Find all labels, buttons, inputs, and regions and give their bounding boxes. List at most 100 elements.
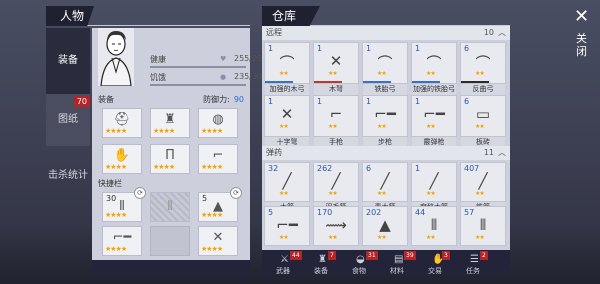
rating-stars: ★★ bbox=[475, 234, 485, 241]
quick-slot-1[interactable]: 30 ⟳ ⫴ ★★★★ bbox=[102, 187, 146, 222]
rating-stars: ★★ bbox=[377, 70, 387, 77]
health-label: 健康 bbox=[150, 55, 166, 64]
category-tab[interactable]: ◒ 31 食物 bbox=[348, 251, 378, 276]
equip-slot-shield[interactable]: ◍ ★★★★ bbox=[198, 108, 238, 138]
ranged-item[interactable]: 1 ⌒ ★★ 加强的铁胎弓 bbox=[411, 42, 457, 95]
ammo-label: 弹药 bbox=[266, 148, 282, 157]
food-icon: ● bbox=[220, 73, 227, 81]
durability-bar bbox=[314, 81, 342, 83]
chevron-up-icon[interactable]: ︿ bbox=[498, 146, 506, 160]
tab-blueprints-label: 图纸 bbox=[58, 114, 78, 125]
rifle-icon: ⌐━ bbox=[112, 230, 132, 245]
rating-stars: ★★ bbox=[279, 190, 289, 197]
armor-icon: ♜ bbox=[164, 112, 176, 127]
rating-stars: ★★ bbox=[475, 123, 485, 130]
category-icon: ⚔ bbox=[280, 254, 289, 265]
tab-blueprints[interactable]: 图纸 70 bbox=[46, 94, 90, 146]
quick-slot-3[interactable]: 5 ⟳ ▲ ★★★★ bbox=[198, 187, 242, 222]
category-icon: ▤ bbox=[394, 254, 404, 265]
tab-kill-stats[interactable]: 击杀统计 bbox=[46, 146, 90, 206]
category-label: 武器 bbox=[276, 267, 290, 275]
durability-bar bbox=[363, 81, 391, 83]
quick-slot-4[interactable]: ⌐━ ★★★★ bbox=[102, 226, 142, 256]
equip-slot-head[interactable]: ⛑ ★★★★ bbox=[102, 108, 142, 138]
quick-slot-2[interactable]: ⫴ bbox=[150, 192, 190, 222]
category-tab[interactable]: ⚔ 44 武器 bbox=[272, 251, 302, 276]
quick-slot-6[interactable]: ✕ ★★★★ bbox=[198, 226, 238, 256]
hunger-label: 饥饿 bbox=[150, 73, 166, 82]
equipment-label: 装备 bbox=[98, 95, 114, 104]
rating-stars: ★★★★ bbox=[201, 245, 223, 253]
character-panel: 人物 装备 图纸 70 击杀统计 健康 ♥ 255/255 饥饿 ● 235/3… bbox=[46, 6, 267, 276]
warehouse-title: 仓库 bbox=[262, 6, 321, 26]
ammo-item[interactable]: 6╱★★毒木箭 bbox=[362, 162, 408, 213]
ammo-item[interactable]: 202 ▲ ★★ bbox=[362, 206, 408, 246]
category-tab[interactable]: ▤ 39 材料 bbox=[386, 251, 416, 276]
ranged-grid: 1 ⌒ ★★ 加强的木弓 1 ✕ ★★ 木弩 1 ⌒ ★★ 铁胎弓 1 ⌒ ★★ 加强的铁胎弓 6 ⌒ ★★ 反曲弓 1… bbox=[262, 40, 510, 148]
close-button[interactable]: ✕ 关闭 bbox=[570, 6, 594, 76]
swap-icon[interactable]: ⟳ bbox=[134, 187, 146, 199]
swap-icon[interactable]: ⟳ bbox=[230, 187, 242, 199]
blueprints-badge: 70 bbox=[73, 96, 90, 107]
category-tab[interactable]: ♜ 7 装备 bbox=[310, 251, 340, 276]
ammo-item[interactable]: 170 ⟿ ★★ bbox=[313, 206, 359, 246]
ammo-item[interactable]: 262╱★★羽毛箭 bbox=[313, 162, 359, 213]
tab-equipment[interactable]: 装备 bbox=[46, 28, 90, 94]
category-icon: ♜ bbox=[318, 254, 327, 265]
equip-slot-legs[interactable]: Π ★★★★ bbox=[150, 144, 190, 174]
ranged-item[interactable]: 1 ⌐━ ★★ 霰弹枪 bbox=[411, 95, 457, 148]
item-name: 加强的铁胎弓 bbox=[412, 84, 456, 95]
category-badge: 31 bbox=[366, 251, 378, 260]
rating-stars: ★★ bbox=[279, 123, 289, 130]
category-icon: ☰ bbox=[470, 254, 479, 265]
ammo-item[interactable]: 407╱★★铁箭 bbox=[460, 162, 506, 213]
equipment-content: 健康 ♥ 255/255 饥饿 ● 235/300 装备 防御力: 90 ⛑ ★★★… bbox=[92, 28, 267, 260]
rating-stars: ★★ bbox=[426, 123, 436, 130]
close-label: 关闭 bbox=[576, 32, 587, 58]
equip-slot-hands[interactable]: ✋ ★★★★ bbox=[102, 144, 142, 174]
ranged-count: 10 bbox=[483, 28, 494, 37]
rating-stars: ★★★★ bbox=[105, 163, 127, 171]
equip-slot-body[interactable]: ♜ ★★★★ bbox=[150, 108, 190, 138]
equip-slot-feet[interactable]: ⌐ ★★★★ bbox=[198, 144, 238, 174]
rating-stars: ★★ bbox=[279, 70, 289, 77]
hunger-stat: 饥饿 ● 235/300 bbox=[150, 72, 267, 86]
ranged-item[interactable]: 1 ⌒ ★★ 铁胎弓 bbox=[362, 42, 408, 95]
item-icon: ▲ bbox=[379, 216, 391, 234]
category-tab[interactable]: ✋ 3 交易 bbox=[424, 251, 454, 276]
ammo-item[interactable]: 5 ⌐━ ★★ bbox=[264, 206, 310, 246]
ammo-item[interactable]: 44 ⫴ ★★ bbox=[411, 206, 457, 246]
glove-icon: ✋ bbox=[113, 148, 131, 163]
ammo-item[interactable]: 1╱★★麻醉木箭 bbox=[411, 162, 457, 213]
character-nav: 装备 图纸 70 击杀统计 bbox=[46, 28, 90, 276]
ammo-item[interactable]: 32╱★★木箭 bbox=[264, 162, 310, 213]
heart-icon: ♥ bbox=[220, 55, 227, 63]
ranged-section-header[interactable]: 远程 10 ︿ bbox=[262, 26, 510, 40]
ammo-section-header[interactable]: 弹药 11 ︿ bbox=[262, 146, 510, 160]
category-tab[interactable]: ☰ 2 任务 bbox=[462, 251, 492, 276]
rating-stars: ★★★★ bbox=[201, 127, 223, 135]
ranged-item[interactable]: 1 ⌐ ★★ 手枪 bbox=[313, 95, 359, 148]
rating-stars: ★★ bbox=[377, 234, 387, 241]
warehouse-footer: ⚔ 44 武器 ♜ 7 装备 ◒ 31 食物 ▤ 39 材料 ✋ 3 交易 ☰ 2 任务 bbox=[262, 250, 510, 276]
quick-slot-5[interactable] bbox=[150, 226, 190, 256]
ranged-item[interactable]: 1 ⌐━ ★★ 步枪 bbox=[362, 95, 408, 148]
shield-icon: ◍ bbox=[212, 112, 224, 127]
ranged-item[interactable]: 1 ✕ ★★ 十字弩 bbox=[264, 95, 310, 148]
warehouse-header: 仓库 bbox=[262, 6, 510, 26]
character-header: 人物 bbox=[46, 6, 250, 26]
item-icon: ╱ bbox=[331, 172, 341, 190]
defense-label: 防御力: bbox=[203, 95, 230, 104]
ranged-item[interactable]: 1 ⌒ ★★ 加强的木弓 bbox=[264, 42, 310, 95]
rating-stars: ★★ bbox=[426, 70, 436, 77]
item-icon: ⫴ bbox=[430, 216, 438, 234]
ranged-item[interactable]: 6 ⌒ ★★ 反曲弓 bbox=[460, 42, 506, 95]
equipment-header: 装备 防御力: 90 bbox=[98, 94, 244, 106]
ranged-item[interactable]: 6 ▭ ★★ 板砖 bbox=[460, 95, 506, 148]
defense-value: 90 bbox=[233, 95, 244, 104]
rating-stars: ★★★★ bbox=[105, 211, 127, 219]
rating-stars: ★★ bbox=[475, 190, 485, 197]
ammo-item[interactable]: 57 ⫴ ★★ bbox=[460, 206, 506, 246]
chevron-up-icon[interactable]: ︿ bbox=[498, 26, 506, 40]
ranged-item[interactable]: 1 ✕ ★★ 木弩 bbox=[313, 42, 359, 95]
